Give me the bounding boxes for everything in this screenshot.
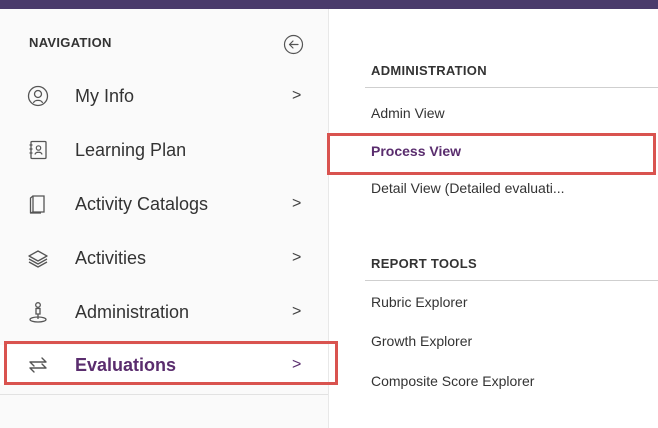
sidebar-item-activity-catalogs[interactable]: Activity Catalogs > xyxy=(0,184,328,224)
sidebar-item-learning-plan[interactable]: Learning Plan xyxy=(0,130,328,170)
sidebar-item-evaluations[interactable]: Evaluations > xyxy=(0,345,328,385)
submenu-item-detail-view[interactable]: Detail View (Detailed evaluati... xyxy=(371,180,565,196)
user-circle-icon xyxy=(27,85,49,107)
section-header-report-tools: REPORT TOOLS xyxy=(371,256,477,271)
section-divider xyxy=(365,280,658,281)
sidebar-item-administration[interactable]: Administration > xyxy=(0,292,328,332)
chevron-right-icon: > xyxy=(292,303,302,320)
chevron-right-icon: > xyxy=(292,195,302,212)
chevron-right-icon: > xyxy=(292,249,302,266)
sidebar-divider xyxy=(0,394,328,395)
sidebar-item-activities[interactable]: Activities > xyxy=(0,238,328,278)
submenu-item-rubric-explorer[interactable]: Rubric Explorer xyxy=(371,294,467,310)
arrows-exchange-icon xyxy=(29,357,47,373)
section-divider xyxy=(365,87,658,88)
sidebar-item-label: Evaluations xyxy=(75,354,177,375)
navigation-header: NAVIGATION xyxy=(29,35,112,50)
top-bar xyxy=(0,0,658,9)
learning-plan-icon xyxy=(29,140,47,160)
chevron-right-icon: > xyxy=(292,356,302,373)
section-header-administration: ADMINISTRATION xyxy=(371,63,487,78)
catalog-icon xyxy=(29,195,45,214)
layers-icon xyxy=(28,250,48,268)
chevron-right-icon: > xyxy=(292,87,302,104)
submenu-item-composite-score-explorer[interactable]: Composite Score Explorer xyxy=(371,373,534,389)
submenu-item-growth-explorer[interactable]: Growth Explorer xyxy=(371,333,472,349)
navigation-sidebar: NAVIGATION My Info > Learning Plan Activ… xyxy=(0,9,329,428)
submenu-item-admin-view[interactable]: Admin View xyxy=(371,105,445,121)
sidebar-item-label: Learning Plan xyxy=(75,139,187,160)
arrow-left-circle-icon xyxy=(283,34,304,55)
sidebar-item-label: Activities xyxy=(75,247,147,268)
evaluations-submenu: ADMINISTRATION Admin View Process View D… xyxy=(330,9,658,428)
submenu-item-process-view[interactable]: Process View xyxy=(371,143,461,159)
admin-icon xyxy=(29,302,47,323)
sidebar-item-label: Activity Catalogs xyxy=(75,193,209,214)
sidebar-item-label: Administration xyxy=(75,301,190,322)
sidebar-item-label: My Info xyxy=(75,85,135,106)
collapse-sidebar-button[interactable] xyxy=(283,34,304,55)
sidebar-item-my-info[interactable]: My Info > xyxy=(0,76,328,116)
